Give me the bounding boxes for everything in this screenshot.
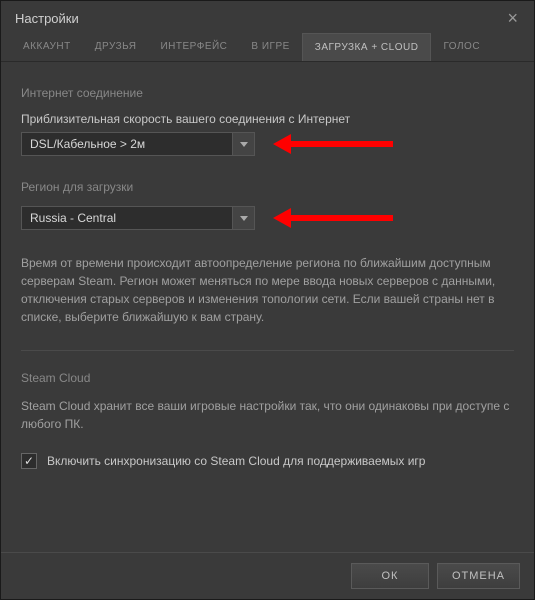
speed-row: DSL/Кабельное > 2м xyxy=(21,132,514,156)
tab-interface[interactable]: ИНТЕРФЕЙС xyxy=(148,33,239,61)
cloud-sync-row: ✓ Включить синхронизацию со Steam Cloud … xyxy=(21,453,514,469)
close-icon: × xyxy=(507,8,518,28)
tabs-bar: АККАУНТ ДРУЗЬЯ ИНТЕРФЕЙС В ИГРЕ ЗАГРУЗКА… xyxy=(1,33,534,62)
region-select[interactable]: Russia - Central xyxy=(21,206,255,230)
region-select-button[interactable] xyxy=(232,207,254,229)
divider xyxy=(21,350,514,351)
speed-select-button[interactable] xyxy=(232,133,254,155)
region-section-label: Регион для загрузки xyxy=(21,180,514,194)
region-select-value: Russia - Central xyxy=(30,211,116,225)
tab-ingame[interactable]: В ИГРЕ xyxy=(239,33,301,61)
tab-friends[interactable]: ДРУЗЬЯ xyxy=(83,33,149,61)
tab-account[interactable]: АККАУНТ xyxy=(11,33,83,61)
region-row: Russia - Central xyxy=(21,206,514,230)
speed-select[interactable]: DSL/Кабельное > 2м xyxy=(21,132,255,156)
speed-select-value: DSL/Кабельное > 2м xyxy=(30,137,145,151)
arrow-body xyxy=(288,141,393,147)
checkmark-icon: ✓ xyxy=(24,455,34,467)
cloud-sync-label: Включить синхронизацию со Steam Cloud дл… xyxy=(47,454,425,468)
cloud-title: Steam Cloud xyxy=(21,371,514,385)
cancel-button[interactable]: ОТМЕНА xyxy=(437,563,520,589)
footer: ОК ОТМЕНА xyxy=(1,552,534,599)
titlebar: Настройки × xyxy=(1,1,534,33)
annotation-arrow xyxy=(273,137,393,151)
tab-voice[interactable]: ГОЛОС xyxy=(431,33,492,61)
chevron-down-icon xyxy=(240,216,248,221)
content-area: Интернет соединение Приблизительная скор… xyxy=(1,62,534,483)
ok-button[interactable]: ОК xyxy=(351,563,429,589)
close-button[interactable]: × xyxy=(503,9,522,27)
speed-label: Приблизительная скорость вашего соединен… xyxy=(21,112,514,126)
tab-downloads-cloud[interactable]: ЗАГРУЗКА + CLOUD xyxy=(302,33,432,61)
annotation-arrow xyxy=(273,211,393,225)
settings-window: Настройки × АККАУНТ ДРУЗЬЯ ИНТЕРФЕЙС В И… xyxy=(0,0,535,600)
internet-section-label: Интернет соединение xyxy=(21,86,514,100)
arrow-body xyxy=(288,215,393,221)
window-title: Настройки xyxy=(15,11,79,26)
cloud-description: Steam Cloud хранит все ваши игровые наст… xyxy=(21,397,514,433)
cloud-sync-checkbox[interactable]: ✓ xyxy=(21,453,37,469)
chevron-down-icon xyxy=(240,142,248,147)
region-description: Время от времени происходит автоопределе… xyxy=(21,254,514,326)
